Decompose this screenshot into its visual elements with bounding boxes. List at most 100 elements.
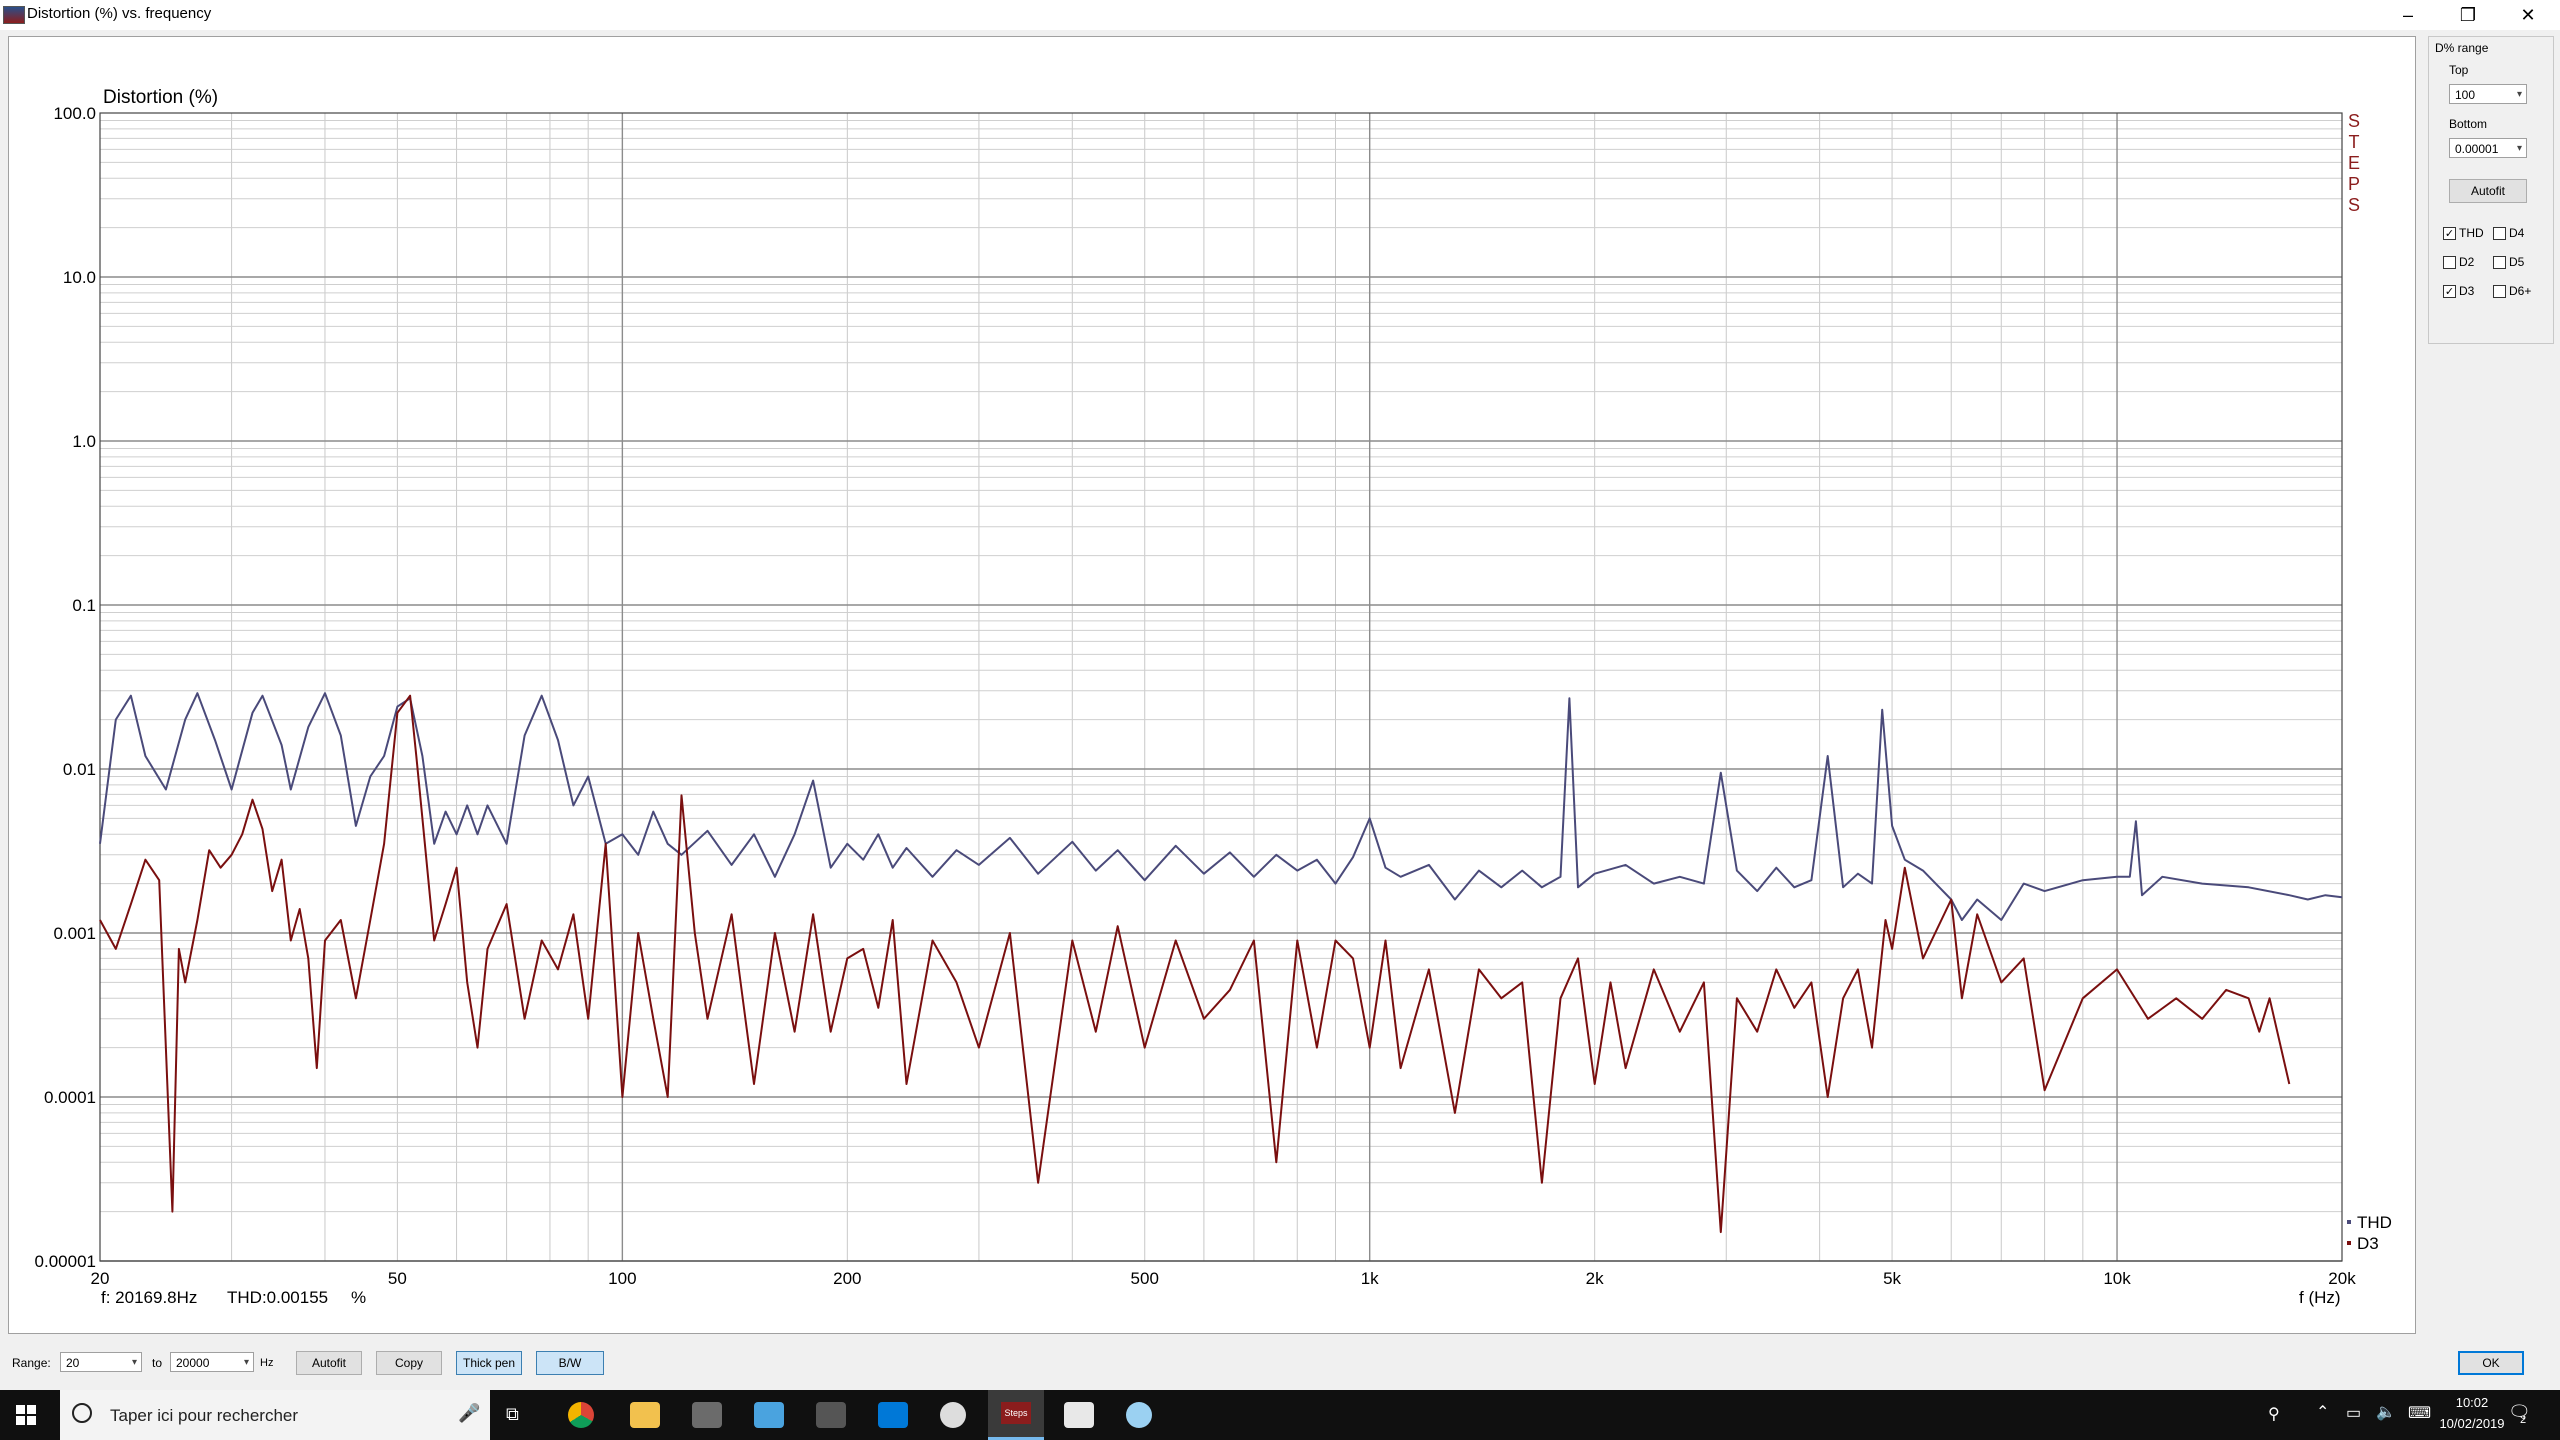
- file-explorer-icon[interactable]: [630, 1402, 660, 1428]
- bottom-label: Bottom: [2449, 117, 2488, 131]
- clock-date[interactable]: 10/02/2019: [2422, 1416, 2522, 1431]
- checkbox-d5-label: D5: [2509, 255, 2525, 269]
- copy-button[interactable]: Copy: [376, 1351, 442, 1375]
- chevron-down-icon: ▾: [243, 1357, 249, 1368]
- check-icon: ✓: [2443, 285, 2456, 299]
- chart-app-icon[interactable]: [816, 1402, 846, 1428]
- y-tick-label: 100.0: [53, 104, 96, 123]
- plot-border: [99, 112, 2343, 1262]
- chevron-down-icon: ▾: [2516, 89, 2522, 100]
- range-label: Range:: [12, 1356, 51, 1370]
- steps-watermark: STEPS: [2348, 111, 2360, 215]
- y-tick-label: 0.00001: [35, 1252, 96, 1271]
- x-tick-label: 5k: [1883, 1269, 1901, 1288]
- check-icon: ✓: [2443, 227, 2456, 241]
- taskbar-search[interactable]: Taper ici pour rechercher 🎤: [60, 1390, 490, 1440]
- panel-autofit-button[interactable]: Autofit: [2449, 179, 2527, 203]
- x-tick-label: 200: [833, 1269, 861, 1288]
- distortion-chart[interactable]: Distortion (%) 100.0 10.0 1.0 0.1 0.01 0.001 0…: [9, 37, 2415, 1333]
- top-select[interactable]: 100 ▾: [2449, 84, 2527, 104]
- bw-toggle[interactable]: B/W: [536, 1351, 604, 1375]
- x-tick-label: 20: [91, 1269, 110, 1288]
- chevron-down-icon: ▾: [131, 1357, 137, 1368]
- app-icon-blue[interactable]: [754, 1402, 784, 1428]
- y-tick-label: 0.01: [63, 760, 96, 779]
- x-tick-label: 50: [388, 1269, 407, 1288]
- checkbox-d4[interactable]: D4: [2493, 225, 2524, 241]
- readout-unit: %: [351, 1288, 366, 1307]
- readout-frequency: f: 20169.8Hz: [101, 1288, 197, 1307]
- minimize-button[interactable]: –: [2380, 0, 2436, 30]
- x-tick-label: 20k: [2328, 1269, 2356, 1288]
- chevron-up-icon[interactable]: ⌃: [2316, 1402, 2329, 1422]
- store-icon[interactable]: [878, 1402, 908, 1428]
- range-to-select[interactable]: 20000 ▾: [170, 1352, 254, 1372]
- y-tick-label: 0.1: [72, 596, 96, 615]
- range-from-select[interactable]: 20 ▾: [60, 1352, 142, 1372]
- app-icon: [3, 6, 25, 24]
- y-tick-label: 10.0: [63, 268, 96, 287]
- checkbox-d4-label: D4: [2509, 226, 2525, 240]
- photos-icon[interactable]: [1064, 1402, 1094, 1428]
- people-icon[interactable]: ⚲: [2268, 1404, 2280, 1424]
- chrome-icon[interactable]: [568, 1402, 594, 1428]
- checkbox-d3[interactable]: ✓ D3: [2443, 283, 2474, 299]
- hz-label: Hz: [260, 1357, 274, 1369]
- cursor-readout: f: 20169.8Hz THD:0.00155 %: [101, 1288, 366, 1307]
- checkbox-thd-label: THD: [2459, 226, 2484, 240]
- x-tick-label: 10k: [2103, 1269, 2131, 1288]
- series-thd-line: [99, 692, 2343, 921]
- clock-time[interactable]: 10:02: [2432, 1395, 2512, 1410]
- windows-start-icon[interactable]: [16, 1405, 36, 1425]
- x-tick-label: 1k: [1361, 1269, 1379, 1288]
- watermark-letter: S: [2348, 195, 2360, 215]
- x-tick-label: 500: [1131, 1269, 1159, 1288]
- y-tick-label: 0.0001: [44, 1088, 96, 1107]
- autofit-button[interactable]: Autofit: [296, 1351, 362, 1375]
- range-from-value: 20: [66, 1356, 80, 1370]
- ok-button[interactable]: OK: [2458, 1351, 2524, 1375]
- microphone-icon[interactable]: 🎤: [458, 1403, 480, 1424]
- bottom-toolbar: Range: 20 ▾ to 20000 ▾ Hz Autofit Copy Thi…: [0, 1340, 2560, 1390]
- legend: THD D3: [2347, 1213, 2392, 1253]
- plot-area[interactable]: Distortion (%) 100.0 10.0 1.0 0.1 0.01 0.001 0…: [8, 36, 2416, 1334]
- watermark-letter: S: [2348, 111, 2360, 131]
- checkbox-d2[interactable]: D2: [2443, 254, 2474, 270]
- search-icon: [72, 1403, 92, 1423]
- restore-button[interactable]: ❐: [2440, 0, 2496, 30]
- legend-d3-swatch: [2347, 1241, 2351, 1245]
- disc-app-icon[interactable]: [940, 1402, 966, 1428]
- thick-pen-toggle[interactable]: Thick pen: [456, 1351, 522, 1375]
- paint-icon[interactable]: [1126, 1402, 1152, 1428]
- x-tick-label: 100: [608, 1269, 636, 1288]
- network-icon[interactable]: ▭: [2346, 1403, 2361, 1423]
- title-bar: Distortion (%) vs. frequency – ❐ ✕: [0, 0, 2560, 30]
- chart-title: Distortion (%): [103, 87, 218, 108]
- watermark-letter: E: [2348, 153, 2360, 173]
- range-panel: D% range Top 100 ▾ Bottom 0.00001 ▾ Autofi…: [2428, 36, 2554, 344]
- watermark-letter: P: [2348, 174, 2360, 194]
- y-tick-label: 1.0: [72, 432, 96, 451]
- steps-icon: Steps: [1001, 1402, 1031, 1424]
- checkbox-d6plus-label: D6+: [2509, 284, 2532, 298]
- volume-icon[interactable]: 🔈: [2376, 1402, 2396, 1422]
- legend-d3-label: D3: [2357, 1234, 2379, 1253]
- x-tick-label: 2k: [1586, 1269, 1604, 1288]
- readout-value: THD:0.00155: [227, 1288, 328, 1307]
- to-label: to: [152, 1356, 163, 1370]
- checkbox-d6plus[interactable]: D6+: [2493, 283, 2531, 299]
- close-button[interactable]: ✕: [2500, 0, 2556, 30]
- bottom-select[interactable]: 0.00001 ▾: [2449, 138, 2527, 158]
- calculator-icon[interactable]: [692, 1402, 722, 1428]
- chevron-down-icon: ▾: [2516, 143, 2522, 154]
- steps-taskbar-button[interactable]: Steps: [988, 1390, 1044, 1440]
- legend-thd-swatch: [2347, 1220, 2351, 1224]
- top-label: Top: [2449, 63, 2469, 77]
- taskbar: Taper ici pour rechercher 🎤 ⧉ Steps ⚲ ⌃ …: [0, 1390, 2560, 1440]
- task-view-icon[interactable]: ⧉: [506, 1404, 519, 1425]
- checkbox-d3-label: D3: [2459, 284, 2475, 298]
- checkbox-d5[interactable]: D5: [2493, 254, 2524, 270]
- checkbox-thd[interactable]: ✓ THD: [2443, 225, 2484, 241]
- range-to-value: 20000: [176, 1356, 210, 1370]
- bottom-select-value: 0.00001: [2455, 142, 2499, 156]
